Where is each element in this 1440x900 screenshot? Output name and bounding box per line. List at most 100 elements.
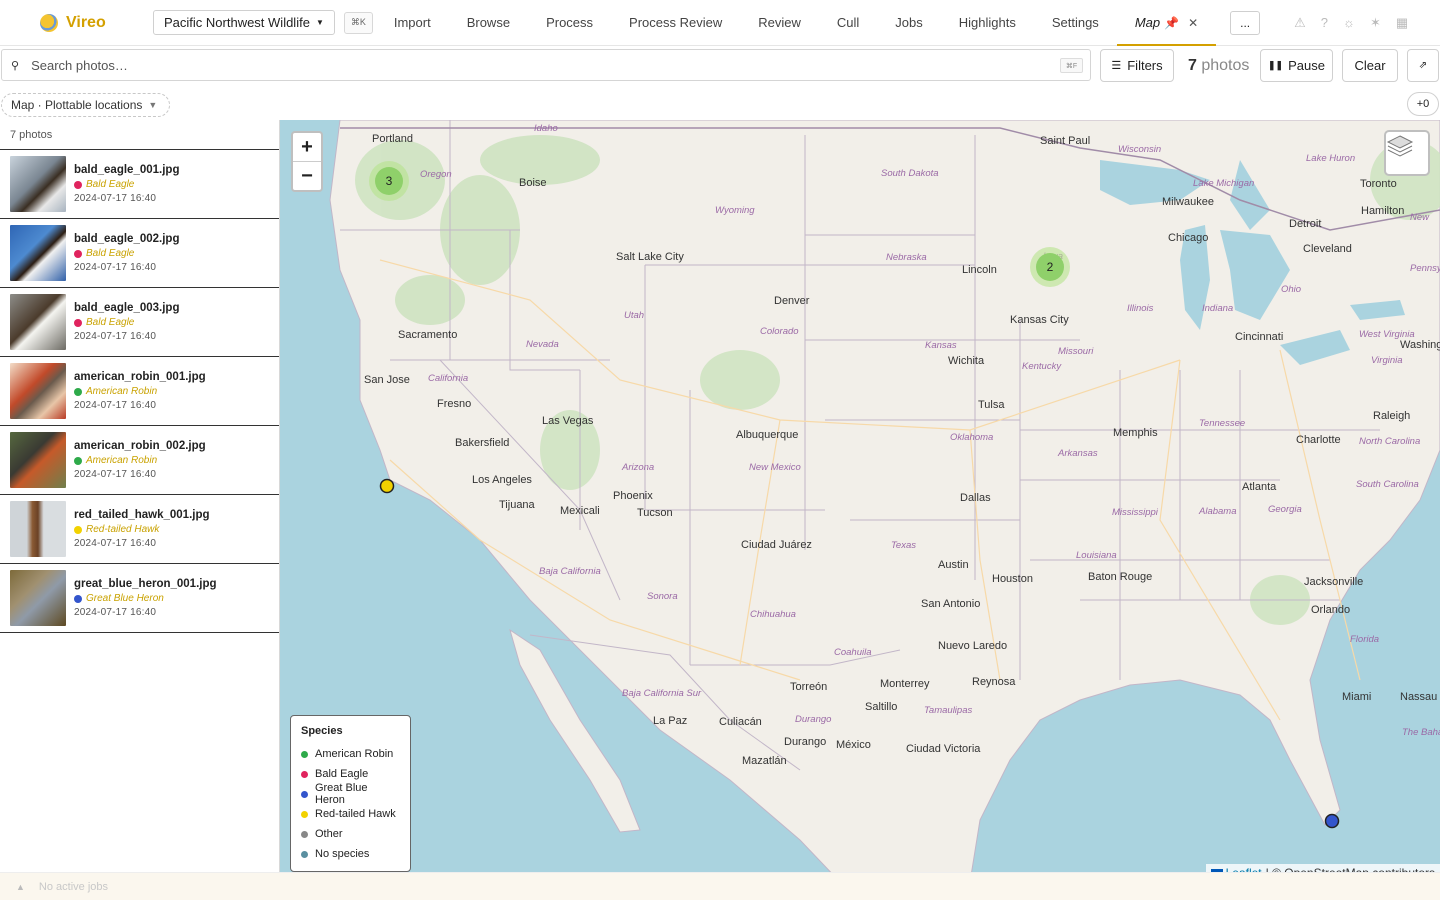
layers-button[interactable] — [1384, 130, 1430, 176]
tab-process-review[interactable]: Process Review — [611, 0, 740, 46]
map-city-label: Cleveland — [1303, 243, 1352, 255]
tab-cull[interactable]: Cull — [819, 0, 877, 46]
cluster-count: 2 — [1047, 260, 1054, 274]
photo-thumbnail[interactable] — [10, 225, 66, 281]
zoom-out-button[interactable]: − — [293, 162, 321, 191]
map-region-label: Wyoming — [715, 205, 755, 216]
cluster-saint-paul[interactable]: 2 — [1030, 247, 1070, 287]
pause-button[interactable]: ❚❚ Pause — [1260, 49, 1333, 82]
legend-dot-icon — [301, 810, 308, 818]
map-region-label: Durango — [795, 714, 831, 725]
search-box[interactable]: ⚲ ⌘F — [1, 49, 1091, 81]
map-view[interactable]: SeattlePortlandBoiseSalt Lake CitySacram… — [280, 120, 1440, 882]
add-filter-chip[interactable]: +0 — [1407, 92, 1439, 116]
tab-map-label: Map — [1134, 15, 1161, 30]
map-region-label: Louisiana — [1076, 550, 1117, 561]
status-icons: ⚠ ? ☼ ✶ ▦ — [1294, 15, 1408, 31]
map-city-label: Miami — [1342, 691, 1371, 703]
legend-label: Other — [315, 828, 343, 840]
tab-process[interactable]: Process — [528, 0, 611, 46]
triangle-up-icon[interactable]: ▲ — [16, 882, 25, 892]
project-select[interactable]: Pacific Northwest Wildlife ▼ — [153, 10, 335, 35]
map-city-label: Raleigh — [1373, 410, 1410, 422]
pin-icon[interactable]: 📌 — [1164, 16, 1179, 30]
marker-san-jose[interactable] — [379, 478, 395, 494]
photo-item-text: american_robin_001.jpg American Robin 2024… — [74, 371, 206, 411]
photo-filename: bald_eagle_002.jpg — [74, 233, 180, 245]
species-name: Bald Eagle — [86, 179, 135, 190]
command-palette-button[interactable]: ⌘K — [343, 11, 373, 34]
map-city-label: Durango — [784, 736, 826, 748]
photo-thumbnail[interactable] — [10, 432, 66, 488]
photo-list-item[interactable]: bald_eagle_002.jpg Bald Eagle 2024-07-17 1… — [0, 219, 279, 288]
photo-item-text: american_robin_002.jpg American Robin 2024… — [74, 440, 206, 480]
tab-review[interactable]: Review — [740, 0, 819, 46]
sun-icon[interactable]: ☼ — [1343, 15, 1355, 30]
map-region-label: Mississippi — [1112, 507, 1159, 518]
pause-label: Pause — [1288, 58, 1325, 73]
marker-miami[interactable] — [1324, 813, 1340, 829]
close-icon[interactable]: ✕ — [1188, 16, 1198, 30]
photo-thumbnail[interactable] — [10, 570, 66, 626]
photo-thumbnail[interactable] — [10, 294, 66, 350]
clear-button[interactable]: Clear — [1342, 49, 1398, 82]
tab-highlights[interactable]: Highlights — [941, 0, 1034, 46]
map-region-label: North Carolina — [1359, 436, 1420, 447]
map-city-label: Baton Rouge — [1088, 571, 1152, 583]
map-region-label: Nebraska — [886, 252, 927, 263]
map-city-label: Atlanta — [1242, 481, 1277, 493]
legend-entry: Bald Eagle — [301, 764, 400, 784]
photo-timestamp: 2024-07-17 16:40 — [74, 400, 157, 411]
photo-timestamp: 2024-07-17 16:40 — [74, 193, 157, 204]
legend-entry: Red-tailed Hawk — [301, 804, 400, 824]
help-icon[interactable]: ? — [1321, 15, 1328, 30]
map-region-label: Colorado — [760, 326, 799, 337]
tab-import[interactable]: Import — [376, 0, 449, 46]
photo-thumbnail[interactable] — [10, 363, 66, 419]
cluster-seattle[interactable]: 3 — [369, 161, 409, 201]
photo-list-item[interactable]: red_tailed_hawk_001.jpg Red-tailed Hawk 20… — [0, 495, 279, 564]
warning-icon[interactable]: ⚠ — [1294, 15, 1306, 31]
photo-list-item[interactable]: bald_eagle_003.jpg Bald Eagle 2024-07-17 1… — [0, 288, 279, 357]
map-city-label: Dallas — [960, 492, 991, 504]
search-input[interactable] — [31, 57, 1032, 73]
map-region-label: Arkansas — [1057, 448, 1098, 459]
photo-list-item[interactable]: bald_eagle_001.jpg Bald Eagle 2024-07-17 1… — [0, 150, 279, 219]
tab-browse[interactable]: Browse — [449, 0, 528, 46]
map-city-label: San Jose — [364, 374, 410, 386]
map-city-label: Austin — [938, 559, 969, 571]
map-region-label: Wisconsin — [1118, 144, 1161, 155]
panel-icon[interactable]: ▦ — [1396, 15, 1408, 31]
map-region-label: Arizona — [621, 462, 654, 473]
map-canvas[interactable]: SeattlePortlandBoiseSalt Lake CitySacram… — [280, 120, 1440, 882]
jobs-footer: ▲ No active jobs — [0, 872, 1440, 900]
map-city-label: Albuquerque — [736, 429, 798, 441]
sparkle-icon[interactable]: ✶ — [1370, 15, 1381, 31]
photo-thumbnail[interactable] — [10, 156, 66, 212]
map-city-label: Charlotte — [1296, 434, 1341, 446]
photo-species: Great Blue Heron — [74, 593, 217, 604]
more-tabs-button[interactable]: ... — [1230, 10, 1261, 35]
expand-icon[interactable]: ⇗ — [1407, 49, 1439, 82]
photo-timestamp: 2024-07-17 16:40 — [74, 607, 157, 618]
map-city-label: Cincinnati — [1235, 331, 1283, 343]
map-region-label: Illinois — [1127, 303, 1154, 314]
brand[interactable]: Vireo — [40, 13, 150, 32]
map-region-label: Coahuila — [834, 647, 872, 658]
tab-map[interactable]: Map 📌 ✕ — [1116, 0, 1217, 46]
photo-list-item[interactable]: american_robin_001.jpg American Robin 2024… — [0, 357, 279, 426]
photo-list-item[interactable]: american_robin_002.jpg American Robin 2024… — [0, 426, 279, 495]
species-legend: Species American Robin Bald Eagle Great Bl… — [290, 715, 411, 872]
filters-button[interactable]: ☰ Filters — [1100, 49, 1174, 82]
tab-settings[interactable]: Settings — [1034, 0, 1117, 46]
tab-jobs[interactable]: Jobs — [877, 0, 940, 46]
map-region-label: Kansas — [925, 340, 957, 351]
nav-tabs: Import Browse Process Process Review Rev… — [376, 0, 1217, 46]
map-region-label: Indiana — [1202, 303, 1233, 314]
map-filter-chip[interactable]: Map · Plottable locations ▼ — [1, 93, 171, 117]
map-city-label: Detroit — [1289, 218, 1321, 230]
zoom-in-button[interactable]: + — [293, 133, 321, 162]
map-region-label: Tennessee — [1199, 418, 1245, 429]
photo-thumbnail[interactable] — [10, 501, 66, 557]
photo-list-item[interactable]: great_blue_heron_001.jpg Great Blue Heron… — [0, 564, 279, 633]
